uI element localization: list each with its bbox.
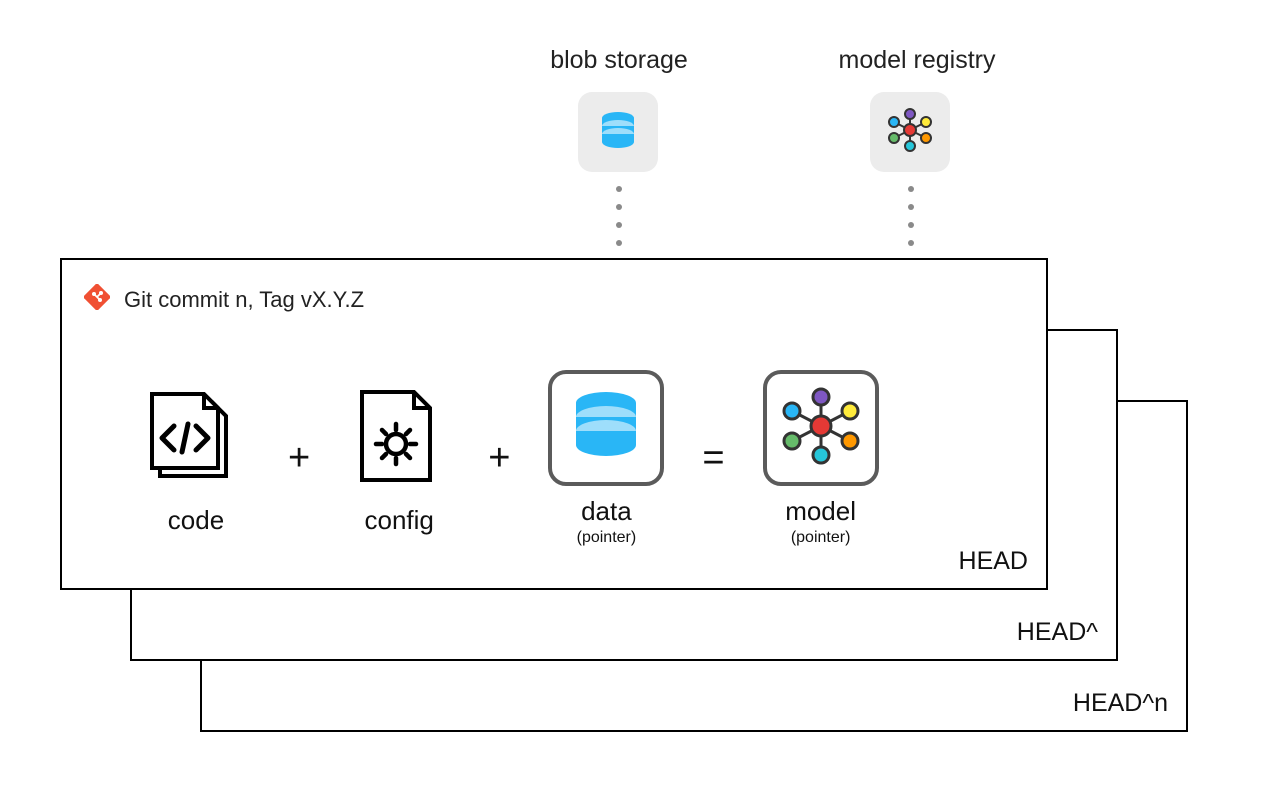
config-label: config (365, 505, 434, 536)
model-box (763, 370, 879, 486)
data-sublabel: (pointer) (577, 529, 637, 547)
blob-storage-label: blob storage (534, 46, 704, 75)
blob-storage-box (578, 92, 658, 172)
head-label: HEAD (959, 547, 1028, 576)
model-label: model (785, 496, 856, 527)
git-commit-text: Git commit n, Tag vX.Y.Z (124, 287, 364, 313)
formula-row: code + (142, 370, 879, 547)
model-registry-box (870, 92, 950, 172)
git-icon (84, 284, 110, 315)
code-item: code (142, 382, 250, 536)
model-registry-label: model registry (817, 46, 1017, 75)
code-label: code (168, 505, 224, 536)
data-label: data (577, 496, 637, 527)
config-icon (348, 382, 450, 495)
equals: = (702, 437, 724, 480)
model-item: model (pointer) (763, 370, 879, 547)
git-commit-row: Git commit n, Tag vX.Y.Z (84, 284, 364, 315)
network-icon (887, 107, 933, 158)
data-item: data (pointer) (548, 370, 664, 547)
head-label-1: HEAD^ (1017, 618, 1098, 647)
plus-2: + (488, 437, 510, 480)
data-box (548, 370, 664, 486)
network-icon (780, 385, 862, 472)
model-sublabel: (pointer) (785, 529, 856, 547)
diagram-canvas: blob storage model registry (0, 0, 1268, 800)
plus-1: + (288, 437, 310, 480)
code-icon (142, 382, 250, 495)
database-icon (596, 108, 640, 157)
head-label-n: HEAD^n (1073, 689, 1168, 718)
database-icon (567, 387, 645, 470)
config-item: config (348, 382, 450, 536)
commit-card-head: HEAD Git commit n, Tag vX.Y.Z (60, 258, 1048, 590)
